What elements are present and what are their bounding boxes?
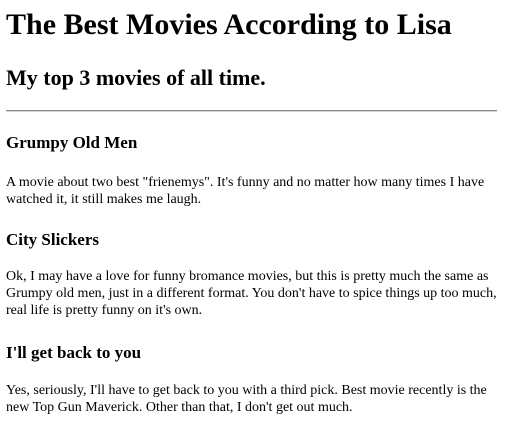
page-title: The Best Movies According to Lisa (6, 8, 452, 41)
movie-2-title: City Slickers (6, 230, 100, 249)
movie-1-description: A movie about two best "frienemys". It's… (6, 175, 485, 207)
page: The Best Movies According to Lisa My top… (0, 0, 505, 427)
movie-2-description: Ok, I may have a love for funny bromance… (6, 269, 497, 318)
movie-3-description: Yes, seriously, I'll have to get back to… (6, 383, 487, 415)
movie-1-title: Grumpy Old Men (6, 133, 138, 152)
movie-3-title: I'll get back to you (6, 343, 142, 362)
page-subtitle: My top 3 movies of all time. (6, 65, 266, 90)
divider (6, 110, 497, 112)
